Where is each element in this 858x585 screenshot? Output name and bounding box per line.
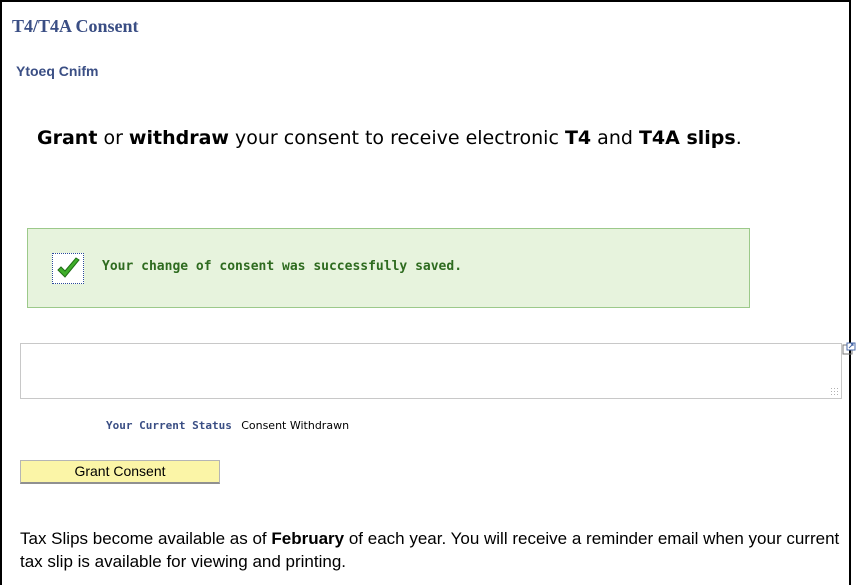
tax-slip-info: Tax Slips become available as of Februar…	[20, 527, 840, 573]
success-message-box: Your change of consent was successfully …	[27, 228, 750, 308]
heading-slips: slips	[679, 127, 736, 149]
success-message-text: Your change of consent was successfully …	[102, 259, 463, 274]
heading-grant: Grant	[37, 127, 98, 149]
consent-heading: Grant or withdraw your consent to receiv…	[37, 126, 777, 150]
heading-t4a: T4A	[638, 127, 680, 149]
current-status-row: Your Current Status Consent Withdrawn	[106, 418, 349, 432]
grant-consent-button[interactable]: Grant Consent	[20, 460, 220, 484]
page-subtitle: Ytoeq Cnifm	[16, 63, 99, 79]
heading-text-and: and	[591, 127, 639, 149]
heading-withdraw: withdraw	[128, 127, 229, 149]
heading-period: .	[735, 127, 742, 149]
info-february: February	[271, 529, 345, 548]
heading-text-or: or	[97, 127, 129, 149]
checkmark-icon	[52, 253, 84, 284]
consent-textarea[interactable]	[20, 343, 842, 399]
consent-page: T4/T4A Consent Ytoeq Cnifm Grant or with…	[0, 0, 856, 585]
current-status-label: Your Current Status	[106, 419, 232, 432]
info-text-start: Tax Slips become available as of	[20, 529, 272, 548]
popout-icon[interactable]	[842, 342, 856, 356]
heading-t4: T4	[564, 127, 592, 149]
heading-text-consent: your consent to receive electronic	[228, 127, 565, 149]
resize-grip-icon[interactable]	[830, 387, 838, 395]
current-status-value: Consent Withdrawn	[241, 419, 350, 432]
page-title: T4/T4A Consent	[12, 16, 139, 36]
